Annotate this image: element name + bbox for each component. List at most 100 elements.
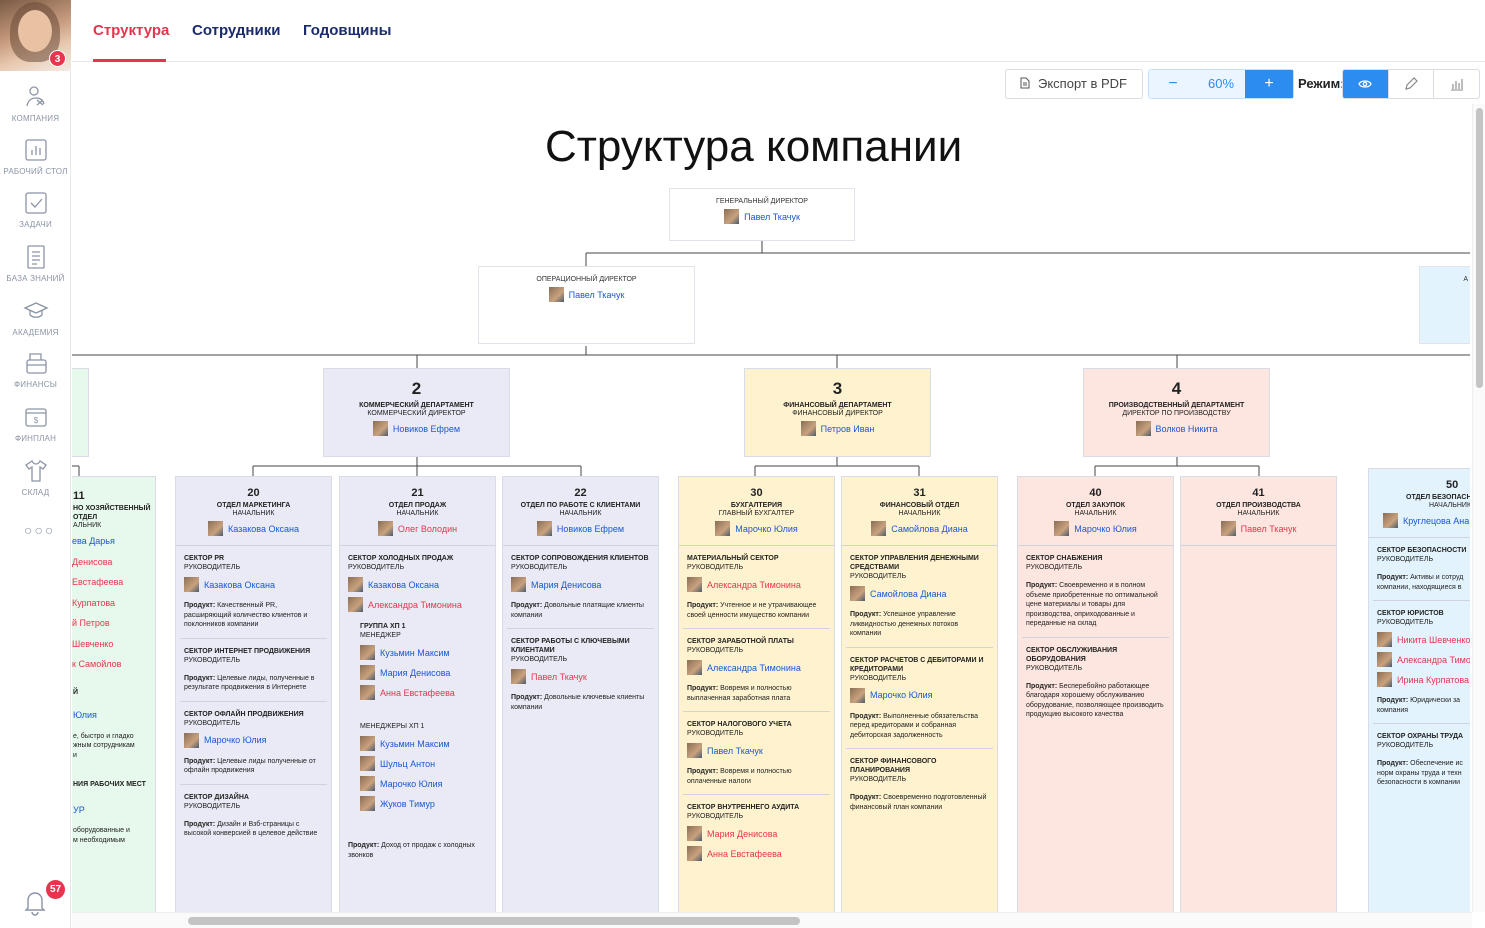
partial-dept-card[interactable] [72,368,89,457]
vertical-scrollbar[interactable] [1472,104,1485,912]
unit-head[interactable]: Олег Володин [344,521,491,536]
sidebar-item-warehouse[interactable]: Склад [0,458,71,497]
sidebar-item-tasks[interactable]: Задачи [0,190,71,229]
staff-member[interactable]: Анна Евстафеева [360,685,487,700]
edit-mode-button[interactable] [1387,70,1434,98]
sidebar-item-company[interactable]: Компания [0,84,71,123]
dept-card-3[interactable]: 3 Финансовый департамент Финансовый дире… [744,368,931,457]
horizontal-scrollbar[interactable] [72,912,1472,928]
sector-head[interactable]: Мария Денисова [687,826,826,841]
stats-mode-button[interactable] [1433,70,1479,98]
avatar [360,736,375,751]
bell-icon [24,892,46,916]
sidebar-item-finance[interactable]: Финансы [0,350,71,389]
export-pdf-button[interactable]: Экспорт в PDF [1005,69,1143,99]
tab-employees[interactable]: Сотрудники [192,22,280,39]
top-nav [72,0,1485,62]
unit-card-40[interactable]: 40 Отдел закупок Начальник Марочко Юлия … [1017,476,1174,912]
unit-head[interactable]: Самойлова Диана [846,521,993,536]
org-chart-canvas[interactable]: Структура компании Генеральный директор … [72,104,1470,912]
unit-card-11[interactable]: 11 но хозяйственный отдел альник ева Дар… [72,476,156,912]
staff-name[interactable]: ева Дарья [72,531,155,552]
sector-head[interactable]: Мария Денисова [511,577,650,592]
staff-member[interactable]: Ирина Курпатова [1377,672,1469,687]
sector-head[interactable]: Павел Ткачук [511,669,650,684]
sector-head[interactable]: Казакова Оксана [348,577,487,592]
staff-name[interactable]: УР [73,805,155,815]
staff-name[interactable]: к Самойлов [72,654,155,675]
user-avatar[interactable]: 3 [0,0,71,71]
unit-card-31[interactable]: 31 Финансовый отдел Начальник Самойлова … [841,476,998,912]
staff-name[interactable]: Курпатова [72,593,155,614]
unit-head[interactable]: Марочко Юлия [1022,521,1169,536]
zoom-in-button[interactable]: + [1245,70,1293,98]
staff-name[interactable]: й Петров [72,613,155,634]
unit-card-41[interactable]: 41 Отдел производства Начальник Павел Тк… [1180,476,1337,912]
staff-name[interactable]: Юлия [73,710,155,720]
zoom-out-button[interactable]: − [1149,70,1197,98]
horizontal-scroll-thumb[interactable] [188,917,800,925]
dept-card-2[interactable]: 2 Коммерческий департамент Коммерческий … [323,368,510,457]
sector-head[interactable]: Марочко Юлия [850,687,989,703]
sector: Сектор финансового планирования Руководи… [850,758,987,811]
unit-head[interactable]: Новиков Ефрем [507,521,654,536]
sidebar-item-knowledge-base[interactable]: База знаний [0,244,71,283]
avatar [687,846,702,861]
more-icon[interactable]: ○○○ [24,522,55,538]
coo-card[interactable]: Операционный директор Павел Ткачук [478,266,695,344]
sector-head[interactable]: Марочко Юлия [184,732,323,748]
sector: Сектор интернет продвижения Руководитель… [180,639,327,702]
unit-card-21[interactable]: 21 Отдел продаж Начальник Олег Володин С… [339,476,496,912]
staff-member[interactable]: Марочко Юлия [360,776,487,791]
staff-name[interactable]: Денисова [72,552,155,573]
staff-member[interactable]: Кузьмин Максим [360,645,487,660]
ceo-person[interactable]: Павел Ткачук [670,209,854,224]
avatar [1135,421,1151,436]
sector: Сектор работы с ключевыми клиентами Руко… [507,629,654,720]
tab-anniversaries[interactable]: Годовщины [303,22,391,39]
ceo-card[interactable]: Генеральный директор Павел Ткачук [669,188,855,241]
sidebar-item-dashboard[interactable]: Рабочий стол [0,137,71,176]
sector-head[interactable]: Никита Шевченко [1377,632,1470,647]
staff-member[interactable]: Александра Тимо [1377,652,1470,667]
unit-head[interactable]: Марочко Юлия [683,521,830,536]
dept-head[interactable]: Волков Никита [1084,421,1269,436]
staff-name[interactable]: Шевченко [72,634,155,655]
sector-head[interactable]: Александра Тимонина [348,597,487,612]
unit-head[interactable]: Казакова Оксана [180,521,327,536]
staff-name[interactable]: Евстафеева [72,572,155,593]
avatar [1383,513,1398,528]
sidebar-item-finplan[interactable]: $ Финплан [0,404,71,443]
tab-structure[interactable]: Структура [93,22,169,39]
unit-card-50[interactable]: 50 Отдел безопасн Начальник Круглецова А… [1368,468,1470,912]
unit-head[interactable]: Павел Ткачук [1185,521,1332,536]
staff-member[interactable]: Мария Денисова [360,665,487,680]
sector-head[interactable]: Александра Тимонина [687,577,826,592]
partial-director-card[interactable]: А [1419,266,1470,344]
staff-member[interactable]: Анна Евстафеева [687,846,826,861]
vertical-scroll-thumb[interactable] [1476,108,1483,388]
dept-head[interactable]: Новиков Ефрем [324,421,509,436]
notifications-button[interactable]: 57 [22,880,65,921]
sector: Материальный сектор Руководитель Алексан… [683,546,830,629]
view-mode-button[interactable] [1343,70,1388,98]
staff-member[interactable]: Шульц Антон [360,756,487,771]
sidebar-item-academy[interactable]: Академия [0,298,71,337]
unit-head[interactable]: Круглецова Ана [1373,513,1470,528]
unit-card-22[interactable]: 22 Отдел по работе с клиентами Начальник… [502,476,659,912]
dept-head[interactable]: Петров Иван [745,421,930,436]
coo-person[interactable]: Павел Ткачук [479,287,694,302]
staff-member[interactable]: Жуков Тимур [360,796,487,811]
zoom-control: − 60% + [1148,69,1294,99]
unit-card-20[interactable]: 20 Отдел маркетинга Начальник Казакова О… [175,476,332,912]
warehouse-icon [24,460,47,482]
sector-head[interactable]: Александра Тимонина [687,660,826,675]
sector-head[interactable]: Павел Ткачук [687,743,826,758]
sector: Сектор охраны труда Руководитель Продукт… [1377,733,1464,786]
dept-card-4[interactable]: 4 Производственный департамент Директор … [1083,368,1270,457]
sector-head[interactable]: Казакова Оксана [184,577,323,592]
sector-head[interactable]: Самойлова Диана [850,586,989,601]
staff-member[interactable]: Кузьмин Максим [360,736,487,751]
unit-card-30[interactable]: 30 Бухгалтерия Главный бухгалтер Марочко… [678,476,835,912]
avatar [1054,521,1070,536]
